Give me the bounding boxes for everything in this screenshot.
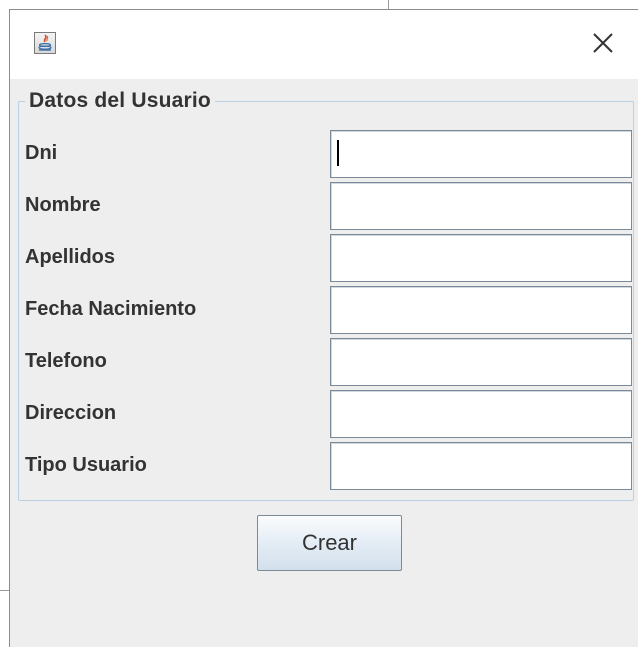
dni-label: Dni xyxy=(25,142,58,164)
tipo-usuario-label: Tipo Usuario xyxy=(25,454,147,476)
fecha-nacimiento-field[interactable] xyxy=(330,286,632,334)
fecha-nacimiento-label: Fecha Nacimiento xyxy=(25,298,197,320)
dialog-window: Datos del Usuario Dni Nombre Apellidos F… xyxy=(9,9,638,647)
telefono-field[interactable] xyxy=(330,338,632,386)
telefono-label: Telefono xyxy=(25,350,107,372)
close-icon xyxy=(593,33,613,53)
apellidos-label: Apellidos xyxy=(25,246,116,268)
dni-field[interactable] xyxy=(330,130,632,178)
java-icon xyxy=(34,32,56,54)
text-caret xyxy=(337,140,339,166)
apellidos-field[interactable] xyxy=(330,234,632,282)
nombre-label: Nombre xyxy=(25,194,101,216)
title-bar[interactable] xyxy=(10,9,638,79)
nombre-field[interactable] xyxy=(330,182,632,230)
direccion-label: Direccion xyxy=(25,402,117,424)
screen-edge-mark-left xyxy=(0,590,9,591)
screen-edge-mark xyxy=(388,0,389,9)
close-button[interactable] xyxy=(588,28,618,58)
panel-legend: Datos del Usuario xyxy=(25,88,215,114)
direccion-field[interactable] xyxy=(330,390,632,438)
create-button[interactable]: Crear xyxy=(257,515,402,571)
tipo-usuario-field[interactable] xyxy=(330,442,632,490)
